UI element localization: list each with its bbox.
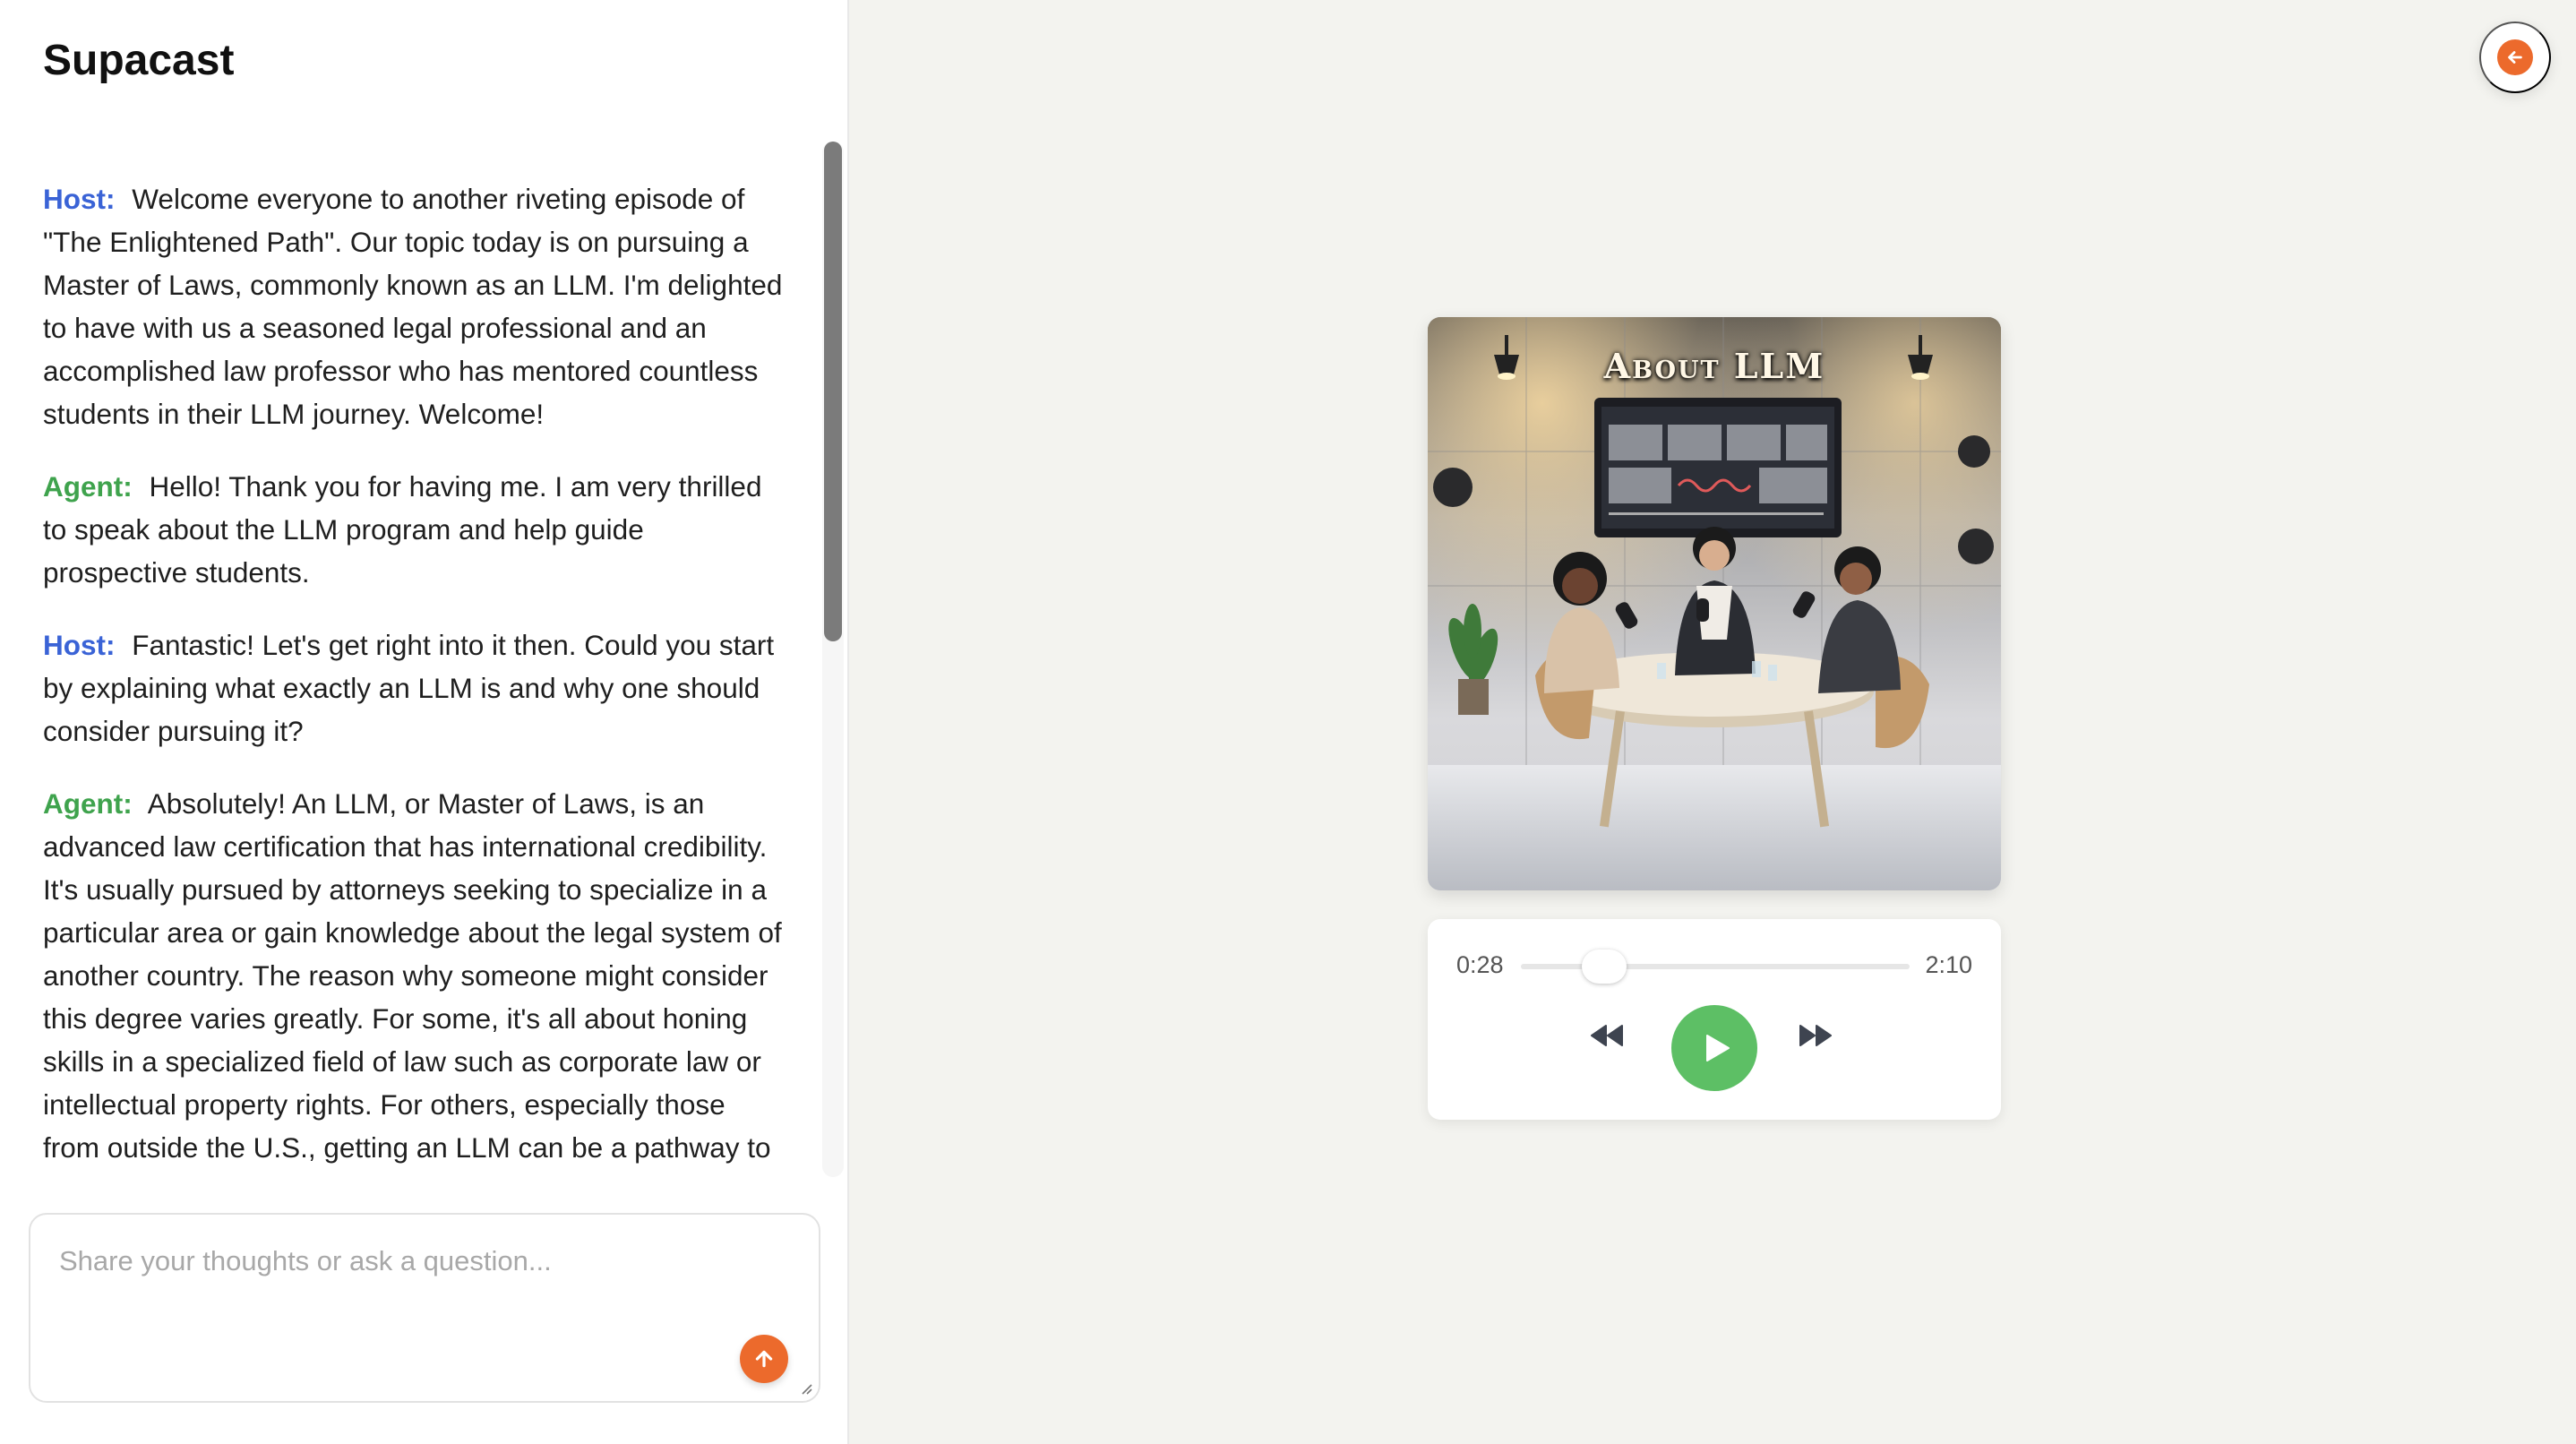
- rewind-icon: [1591, 1025, 1623, 1046]
- progress-knob[interactable]: [1582, 950, 1627, 984]
- duration: 2:10: [1925, 951, 1972, 978]
- arrow-left-icon: [2508, 51, 2522, 64]
- speaker-label: Host:: [43, 183, 116, 215]
- rewind-button[interactable]: [1589, 1018, 1625, 1053]
- message-text: Hello! Thank you for having me. I am ver…: [43, 470, 762, 589]
- app-root: Supacast Host: Welcome everyone to anoth…: [0, 0, 2576, 1444]
- transcript-message: Host: Fantastic! Let's get right into it…: [43, 623, 786, 752]
- speaker-label: Agent:: [43, 470, 133, 503]
- resize-grip-icon[interactable]: [797, 1380, 813, 1396]
- app-title: Supacast: [43, 37, 235, 84]
- message-text: Fantastic! Let's get right into it then.…: [43, 629, 775, 747]
- message-text: Absolutely! An LLM, or Master of Laws, i…: [43, 787, 782, 1179]
- transcript-list[interactable]: Host: Welcome everyone to another riveti…: [43, 177, 786, 1179]
- audio-player: 0:28 2:10: [1428, 919, 2001, 1120]
- transcript-message: Host: Welcome everyone to another riveti…: [43, 177, 786, 435]
- transcript-scrollbar[interactable]: [822, 142, 844, 1177]
- podcast-studio-illustration: [1428, 317, 2001, 890]
- podcast-cover-art: About LLM: [1428, 317, 2001, 890]
- fast-forward-button[interactable]: [1798, 1018, 1833, 1053]
- play-icon: [1706, 1035, 1730, 1062]
- scrollbar-thumb[interactable]: [824, 142, 842, 641]
- fast-forward-icon: [1799, 1025, 1832, 1046]
- progress-slider[interactable]: [1521, 950, 1910, 984]
- speaker-label: Host:: [43, 629, 116, 661]
- send-button[interactable]: [740, 1335, 788, 1383]
- speaker-label: Agent:: [43, 787, 133, 820]
- message-text: Welcome everyone to another riveting epi…: [43, 183, 783, 430]
- transcript-panel: Supacast Host: Welcome everyone to anoth…: [0, 0, 849, 1444]
- back-button[interactable]: [2479, 21, 2551, 93]
- message-input[interactable]: [30, 1215, 819, 1401]
- cover-title: About LLM: [1603, 346, 1825, 386]
- arrow-up-icon: [755, 1350, 773, 1368]
- back-button-circle: [2497, 39, 2533, 75]
- transcript-message: Agent: Hello! Thank you for having me. I…: [43, 465, 786, 594]
- current-time: 0:28: [1456, 951, 1504, 978]
- play-button[interactable]: [1671, 1005, 1757, 1091]
- message-composer: [29, 1213, 820, 1403]
- transcript-message: Agent: Absolutely! An LLM, or Master of …: [43, 782, 786, 1179]
